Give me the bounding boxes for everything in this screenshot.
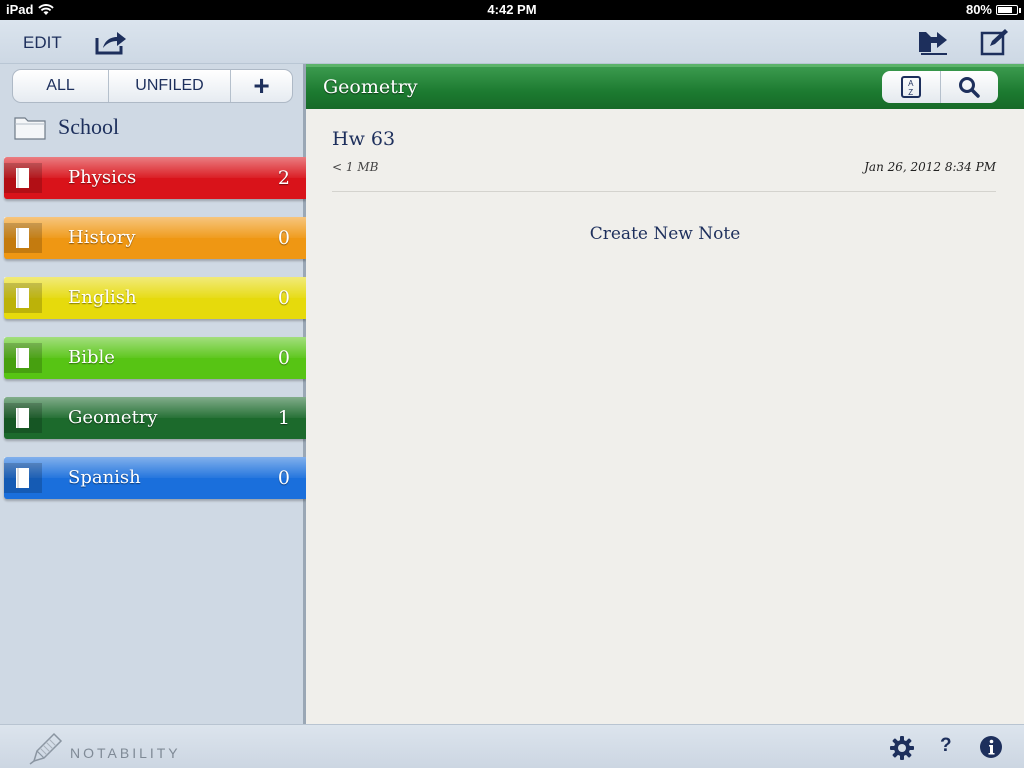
battery: 80% — [965, 2, 1021, 17]
subject-header: Geometry AZ — [306, 64, 1024, 109]
compose-icon[interactable] — [980, 28, 1014, 56]
notebook-icon — [4, 223, 42, 253]
subject-label: History — [68, 227, 136, 248]
subject-physics[interactable]: Physics 2 — [4, 157, 306, 199]
battery-icon — [996, 4, 1021, 15]
note-title: Hw 63 — [332, 128, 396, 150]
pencil-logo-icon — [29, 732, 63, 765]
info-icon[interactable] — [979, 735, 1003, 763]
note-size: < 1 MB — [332, 160, 379, 174]
subject-geometry[interactable]: Geometry 1 — [4, 397, 323, 439]
subject-tab-shine — [4, 217, 306, 238]
create-new-note-button[interactable]: Create New Note — [306, 224, 1024, 244]
subject-tab-shine — [4, 457, 306, 478]
share-icon[interactable] — [95, 28, 129, 56]
subject-note-count: 0 — [277, 467, 290, 489]
notebook-icon — [4, 403, 42, 433]
sort-button[interactable]: AZ — [882, 71, 941, 103]
clock: 4:42 PM — [487, 2, 537, 17]
subject-title: Geometry — [323, 76, 418, 98]
folder-icon — [14, 117, 46, 140]
filter-unfiled-button[interactable]: UNFILED — [109, 70, 231, 102]
note-list-pane: Geometry AZ Hw 63 < 1 MB Jan 26, 2012 8:… — [306, 64, 1024, 724]
header-controls: AZ — [882, 71, 998, 103]
subject-note-count: 1 — [277, 407, 290, 429]
help-button[interactable]: ? — [940, 735, 952, 757]
subject-note-count: 2 — [277, 167, 290, 189]
notebook-icon — [4, 463, 42, 493]
logo-text: NOTABILITY — [70, 745, 181, 761]
edit-button[interactable]: EDIT — [23, 33, 62, 53]
note-date: Jan 26, 2012 8:34 PM — [864, 160, 996, 174]
subject-bible[interactable]: Bible 0 — [4, 337, 306, 379]
battery-percent: 80% — [965, 2, 992, 17]
sidebar: ALL UNFILED + School Physics 2 History 0 Eng… — [0, 64, 323, 724]
subject-tab-shine — [4, 157, 306, 178]
subject-note-count: 0 — [277, 227, 290, 249]
category-label: School — [58, 114, 120, 139]
subject-tab-shine — [4, 277, 306, 298]
status-bar: iPad 4:42 PM 80% — [0, 0, 1024, 20]
subject-spanish[interactable]: Spanish 0 — [4, 457, 306, 499]
subject-tab-shine — [4, 337, 306, 358]
top-toolbar: EDIT — [0, 20, 1024, 64]
category-header[interactable]: School — [14, 114, 119, 140]
notebook-icon — [4, 283, 42, 313]
subject-history[interactable]: History 0 — [4, 217, 306, 259]
sort-az-icon: AZ — [900, 76, 921, 98]
battery-fill — [998, 6, 1013, 13]
subject-note-count: 0 — [277, 287, 290, 309]
subject-english[interactable]: English 0 — [4, 277, 306, 319]
subject-label: Spanish — [68, 467, 141, 488]
app-logo: NOTABILITY — [28, 731, 181, 765]
subject-label: English — [68, 287, 137, 308]
import-icon[interactable] — [917, 28, 951, 56]
search-icon — [959, 77, 980, 98]
filter-all-button[interactable]: ALL — [13, 70, 109, 102]
add-subject-button[interactable]: + — [231, 70, 292, 102]
note-row[interactable]: Hw 63 < 1 MB Jan 26, 2012 8:34 PM — [332, 126, 996, 192]
subject-note-count: 0 — [277, 347, 290, 369]
notebook-icon — [4, 163, 42, 193]
subject-label: Bible — [68, 347, 115, 368]
search-button[interactable] — [941, 71, 999, 103]
bottom-bar: NOTABILITY ? — [0, 724, 1024, 768]
gear-icon[interactable] — [889, 735, 915, 765]
subject-label: Physics — [68, 167, 137, 188]
notebook-icon — [4, 343, 42, 373]
filter-segmented-control: ALL UNFILED + — [12, 69, 293, 103]
subject-label: Geometry — [68, 407, 158, 428]
